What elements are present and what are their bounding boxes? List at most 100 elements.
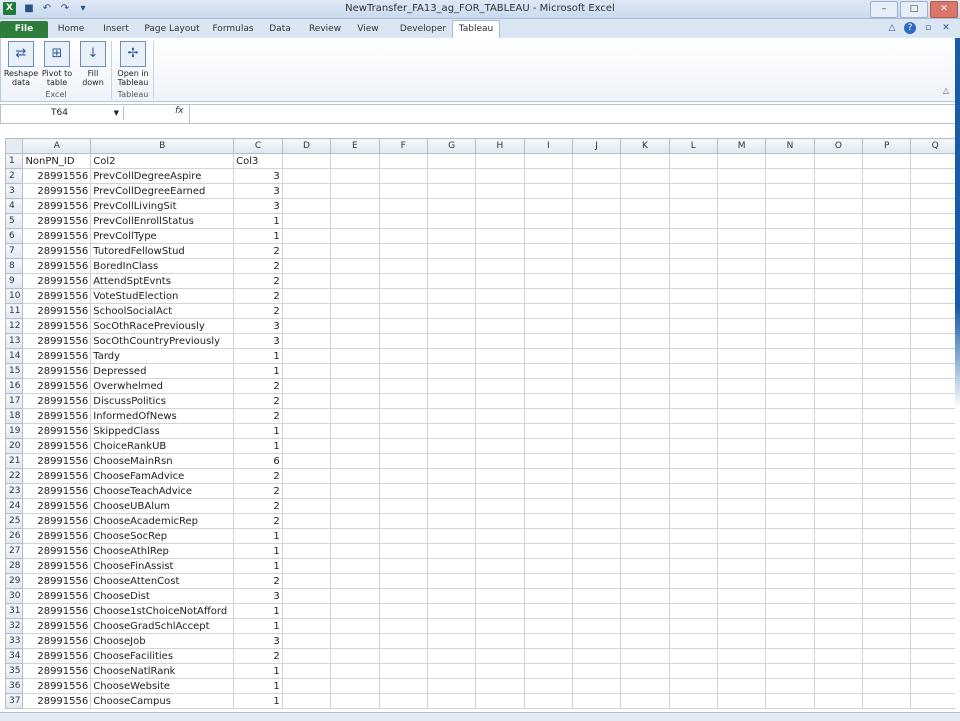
row-header[interactable]: 32 (4, 618, 24, 634)
column-header-L[interactable]: L (668, 138, 718, 154)
cell[interactable] (378, 423, 428, 439)
cell[interactable] (523, 378, 573, 394)
cell[interactable] (426, 678, 477, 694)
cell[interactable]: PrevCollType (90, 228, 235, 244)
cell[interactable]: 2 (233, 573, 283, 589)
cell[interactable] (475, 483, 525, 499)
cell[interactable] (475, 588, 525, 604)
cell[interactable] (378, 618, 428, 634)
cell[interactable] (813, 633, 864, 649)
row-header[interactable]: 6 (4, 228, 24, 244)
name-box-dropdown-icon[interactable]: ▼ (114, 106, 119, 120)
cell[interactable] (862, 393, 912, 409)
cell[interactable]: 3 (233, 318, 283, 334)
cell[interactable] (668, 468, 718, 484)
cell[interactable] (330, 408, 380, 424)
cell[interactable]: 28991556 (22, 288, 92, 304)
cell[interactable] (571, 378, 622, 394)
cell[interactable] (378, 468, 428, 484)
cell[interactable]: 28991556 (22, 213, 92, 229)
minimize-ribbon-icon[interactable]: △ (886, 22, 898, 34)
cell[interactable]: 1 (233, 693, 283, 709)
cell[interactable] (281, 528, 332, 544)
cell[interactable] (475, 648, 525, 664)
cell[interactable]: 3 (233, 588, 283, 604)
cell[interactable]: ChoiceRankUB (90, 438, 235, 454)
cell[interactable]: 28991556 (22, 168, 92, 184)
cell[interactable] (281, 318, 332, 334)
cell[interactable] (813, 603, 864, 619)
row-header[interactable]: 25 (4, 513, 24, 529)
cell[interactable] (620, 318, 670, 334)
cell[interactable] (765, 618, 815, 634)
cell[interactable] (620, 513, 670, 529)
cell[interactable] (813, 198, 864, 214)
cell[interactable]: 1 (233, 618, 283, 634)
cell[interactable] (620, 573, 670, 589)
cell[interactable] (378, 168, 428, 184)
maximize-button[interactable]: □ (900, 1, 928, 18)
cell[interactable] (571, 228, 622, 244)
cell[interactable] (330, 558, 380, 574)
cell[interactable] (330, 603, 380, 619)
cell[interactable] (330, 483, 380, 499)
cell[interactable]: ChooseFamAdvice (90, 468, 235, 484)
cell[interactable] (426, 333, 477, 349)
row-header[interactable]: 14 (4, 348, 24, 364)
cell[interactable] (765, 273, 815, 289)
cell[interactable] (330, 663, 380, 679)
cell[interactable] (862, 273, 912, 289)
cell[interactable] (813, 318, 864, 334)
row-header[interactable]: 19 (4, 423, 24, 439)
cell[interactable] (281, 438, 332, 454)
cell[interactable]: AttendSptEvnts (90, 273, 235, 289)
cell[interactable] (523, 318, 573, 334)
cell[interactable] (813, 333, 864, 349)
cell[interactable] (523, 288, 573, 304)
cell[interactable] (910, 168, 960, 184)
cell[interactable] (426, 663, 477, 679)
cell[interactable]: 1 (233, 423, 283, 439)
cell[interactable] (523, 183, 573, 199)
cell[interactable] (620, 618, 670, 634)
cell[interactable] (862, 243, 912, 259)
cell[interactable] (620, 363, 670, 379)
cell[interactable] (378, 528, 428, 544)
cell[interactable]: ChooseSocRep (90, 528, 235, 544)
cell[interactable] (571, 198, 622, 214)
cell[interactable]: 28991556 (22, 408, 92, 424)
cell[interactable]: 28991556 (22, 393, 92, 409)
row-header[interactable]: 33 (4, 633, 24, 649)
cell[interactable] (716, 408, 767, 424)
cell[interactable] (716, 213, 767, 229)
cell[interactable]: ChooseAttenCost (90, 573, 235, 589)
cell[interactable] (862, 693, 912, 709)
cell[interactable] (378, 348, 428, 364)
cell[interactable] (571, 498, 622, 514)
cell[interactable]: 2 (233, 648, 283, 664)
cell[interactable] (426, 153, 477, 169)
cell[interactable] (716, 588, 767, 604)
cell[interactable]: ChooseNatlRank (90, 663, 235, 679)
cell[interactable] (620, 483, 670, 499)
cell[interactable] (813, 423, 864, 439)
cell[interactable]: 1 (233, 558, 283, 574)
cell[interactable] (862, 513, 912, 529)
close-button[interactable]: ✕ (930, 1, 958, 18)
cell[interactable] (910, 348, 960, 364)
cell[interactable] (910, 633, 960, 649)
cell[interactable] (330, 198, 380, 214)
cell[interactable] (475, 423, 525, 439)
cell[interactable]: 3 (233, 198, 283, 214)
cell[interactable] (330, 678, 380, 694)
cell[interactable] (475, 378, 525, 394)
row-header[interactable]: 1 (4, 153, 24, 169)
cell[interactable]: TutoredFellowStud (90, 243, 235, 259)
cell[interactable]: 2 (233, 378, 283, 394)
cell[interactable] (668, 558, 718, 574)
cell[interactable] (862, 408, 912, 424)
fill-down-button[interactable]: ↓ Fill down (75, 41, 111, 87)
cell[interactable] (910, 153, 960, 169)
cell[interactable]: 2 (233, 393, 283, 409)
cell[interactable] (378, 198, 428, 214)
